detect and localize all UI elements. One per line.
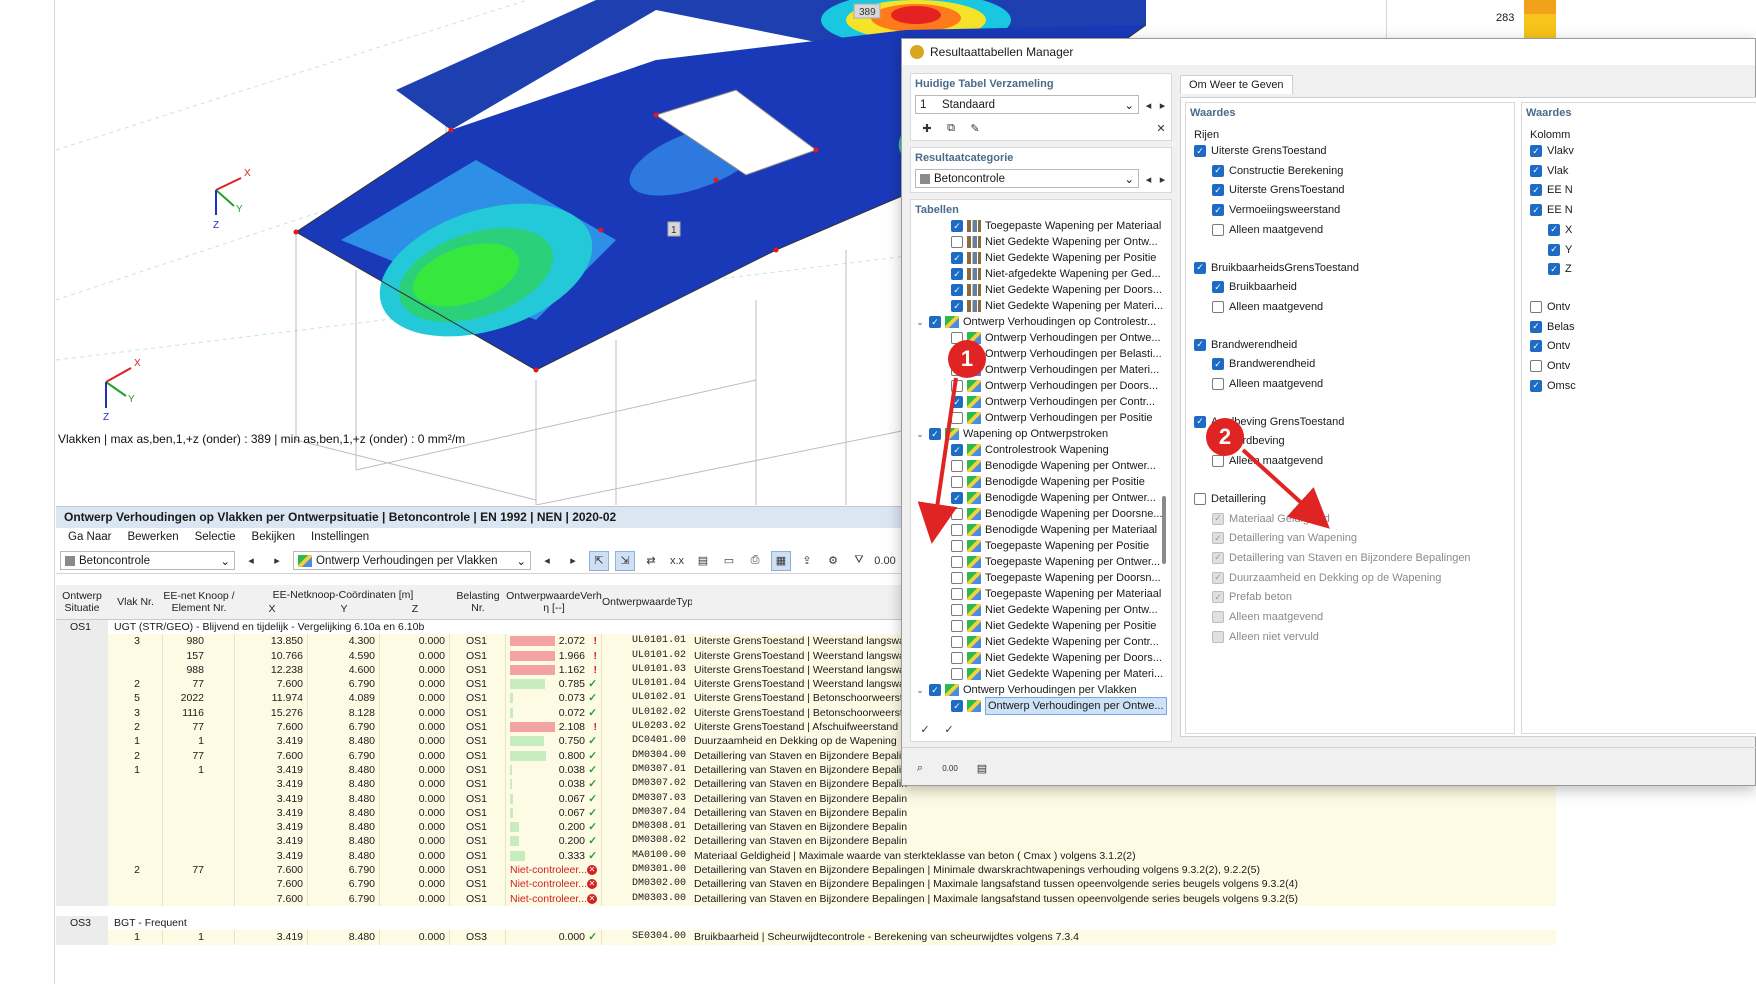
annotation-arrows xyxy=(917,377,1330,544)
annotation-badge-1: 1 xyxy=(948,340,986,378)
annotation-badge-2: 2 xyxy=(1206,418,1244,456)
